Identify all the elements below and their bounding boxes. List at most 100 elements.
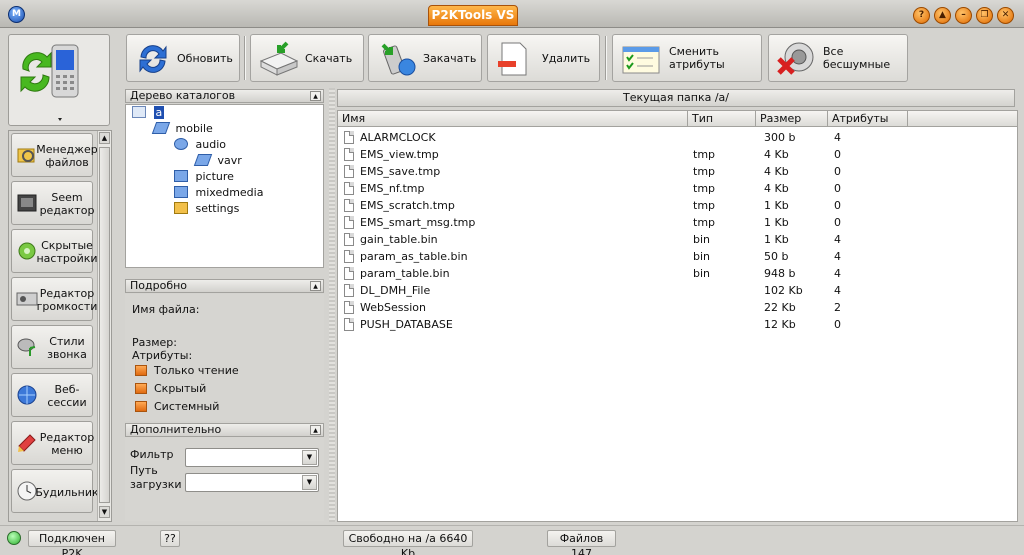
collapse-icon[interactable]: ▲ (310, 281, 321, 291)
file-name: param_table.bin (360, 267, 450, 280)
table-row[interactable]: PUSH_DATABASE 12 Kb 0 (338, 316, 1017, 333)
table-row[interactable]: ALARMCLOCK 300 b 4 (338, 129, 1017, 146)
file-attr: 2 (834, 301, 841, 314)
close-icon[interactable]: ✕ (997, 7, 1014, 24)
connection-status-icon (7, 531, 21, 545)
table-row[interactable]: EMS_scratch.tmp tmp 1 Kb 0 (338, 197, 1017, 214)
table-row[interactable]: EMS_view.tmp tmp 4 Kb 0 (338, 146, 1017, 163)
column-name[interactable]: Имя (338, 111, 688, 127)
file-icon (344, 250, 354, 263)
tree-node-vavr[interactable]: vavr (193, 153, 242, 169)
system-checkbox[interactable]: Системный (135, 400, 219, 413)
sidebar-item-seem-editor[interactable]: Seem редактор (11, 181, 94, 225)
download-path-label: Путь загрузки (130, 464, 182, 491)
tree-node-root[interactable]: a (132, 105, 165, 121)
status-bar: Подключен P2K ?? Свободно на /a 6640 Kb … (0, 525, 1024, 555)
file-type: bin (693, 250, 711, 263)
tree-panel-header[interactable]: Дерево каталогов ▲ (125, 89, 324, 103)
upload-button[interactable]: Закачать (368, 34, 482, 82)
delete-label: Удалить (542, 51, 591, 65)
hidden-checkbox[interactable]: Скрытый (135, 382, 206, 395)
mute-all-button[interactable]: Все бесшумные (768, 34, 908, 82)
sidebar-item-web-sessions[interactable]: Веб-сессии (11, 373, 93, 417)
tree-node-settings[interactable]: settings (174, 201, 239, 217)
table-row[interactable]: WebSession 22 Kb 2 (338, 299, 1017, 316)
toolbar-separator (605, 36, 607, 80)
file-icon (344, 284, 354, 297)
minimize-icon[interactable]: – (955, 7, 972, 24)
size-label: Размер: (132, 336, 177, 349)
readonly-checkbox[interactable]: Только чтение (135, 364, 239, 377)
sidebar-item-ring-styles[interactable]: Стили звонка (11, 325, 93, 369)
details-panel-header[interactable]: Подробно ▲ (125, 279, 324, 293)
file-size: 22 Kb (764, 301, 796, 314)
file-attr: 0 (834, 216, 841, 229)
sidebar-scrollbar[interactable]: ▲ ▼ (97, 131, 111, 521)
file-name: ALARMCLOCK (360, 131, 436, 144)
table-row[interactable]: EMS_save.tmp tmp 4 Kb 0 (338, 163, 1017, 180)
title-bar: M P2KTools VS ? ▲ – ❐ ✕ (0, 0, 1024, 28)
download-path-select[interactable]: ▼ (185, 473, 319, 492)
filter-select[interactable]: ▼ (185, 448, 319, 467)
table-row[interactable]: param_table.bin bin 948 b 4 (338, 265, 1017, 282)
file-icon (344, 182, 354, 195)
up-icon[interactable]: ▲ (934, 7, 951, 24)
file-icon (344, 216, 354, 229)
tree-node-picture[interactable]: picture (174, 169, 234, 185)
sidebar-item-label: Менеджер файлов (36, 143, 98, 169)
refresh-button[interactable]: Обновить (126, 34, 240, 82)
table-row[interactable]: gain_table.bin bin 1 Kb 4 (338, 231, 1017, 248)
phone-selector[interactable] (8, 34, 110, 126)
table-row[interactable]: param_as_table.bin bin 50 b 4 (338, 248, 1017, 265)
scroll-down-icon[interactable]: ▼ (99, 506, 110, 518)
refresh-label: Обновить (177, 51, 233, 65)
tree-node-mixedmedia[interactable]: mixedmedia (174, 185, 263, 201)
table-row[interactable]: EMS_nf.tmp tmp 4 Kb 0 (338, 180, 1017, 197)
tree-node-mobile[interactable]: mobile (151, 121, 213, 137)
file-attr: 4 (834, 250, 841, 263)
file-manager-icon (16, 144, 38, 166)
collapse-icon[interactable]: ▲ (310, 425, 321, 435)
sidebar-item-alarm-clock[interactable]: Будильник (11, 469, 99, 513)
file-attr: 0 (834, 199, 841, 212)
panel-splitter[interactable] (329, 88, 335, 522)
sidebar-item-label: Редактор меню (39, 431, 95, 457)
sidebar: Менеджер файлов Seem редактор Скрытые на… (8, 130, 112, 522)
change-attributes-button[interactable]: Сменить атрибуты (612, 34, 762, 82)
delete-button[interactable]: Удалить (487, 34, 600, 82)
scroll-up-icon[interactable]: ▲ (99, 132, 110, 144)
file-name: EMS_smart_msg.tmp (360, 216, 476, 229)
column-type[interactable]: Тип (688, 111, 756, 127)
sidebar-item-volume-editor[interactable]: Редактор громкости (11, 277, 98, 321)
tree-node-audio[interactable]: audio (174, 137, 226, 153)
extra-panel-header[interactable]: Дополнительно ▲ (125, 423, 324, 437)
delete-icon (496, 41, 532, 77)
file-size: 50 b (764, 250, 789, 263)
table-row[interactable]: DL_DMH_File 102 Kb 4 (338, 282, 1017, 299)
file-type: bin (693, 233, 711, 246)
collapse-icon[interactable]: ▲ (310, 91, 321, 101)
checkbox-icon (135, 383, 147, 394)
sidebar-item-file-manager[interactable]: Менеджер файлов (11, 133, 98, 177)
motorola-logo-icon[interactable]: M (8, 6, 25, 23)
sidebar-item-hidden-settings[interactable]: Скрытые настройки (11, 229, 98, 273)
table-row[interactable]: EMS_smart_msg.tmp tmp 1 Kb 0 (338, 214, 1017, 231)
file-name: EMS_view.tmp (360, 148, 439, 161)
help-icon[interactable]: ? (913, 7, 930, 24)
download-button[interactable]: Скачать (250, 34, 364, 82)
file-icon (344, 131, 354, 144)
chevron-down-icon[interactable]: ▼ (302, 450, 317, 465)
file-icon (344, 148, 354, 161)
hidden-label: Скрытый (154, 382, 207, 395)
file-attr: 0 (834, 182, 841, 195)
tree-node-label: mobile (175, 122, 213, 135)
column-size[interactable]: Размер (756, 111, 828, 127)
tree-node-label: settings (195, 202, 240, 215)
sidebar-item-menu-editor[interactable]: Редактор меню (11, 421, 95, 465)
scroll-thumb[interactable] (99, 147, 110, 503)
restore-icon[interactable]: ❐ (976, 7, 993, 24)
sidebar-item-label: Редактор громкости (36, 287, 98, 313)
checkbox-icon (135, 365, 147, 376)
chevron-down-icon[interactable]: ▼ (302, 475, 317, 490)
column-attributes[interactable]: Атрибуты (828, 111, 908, 127)
